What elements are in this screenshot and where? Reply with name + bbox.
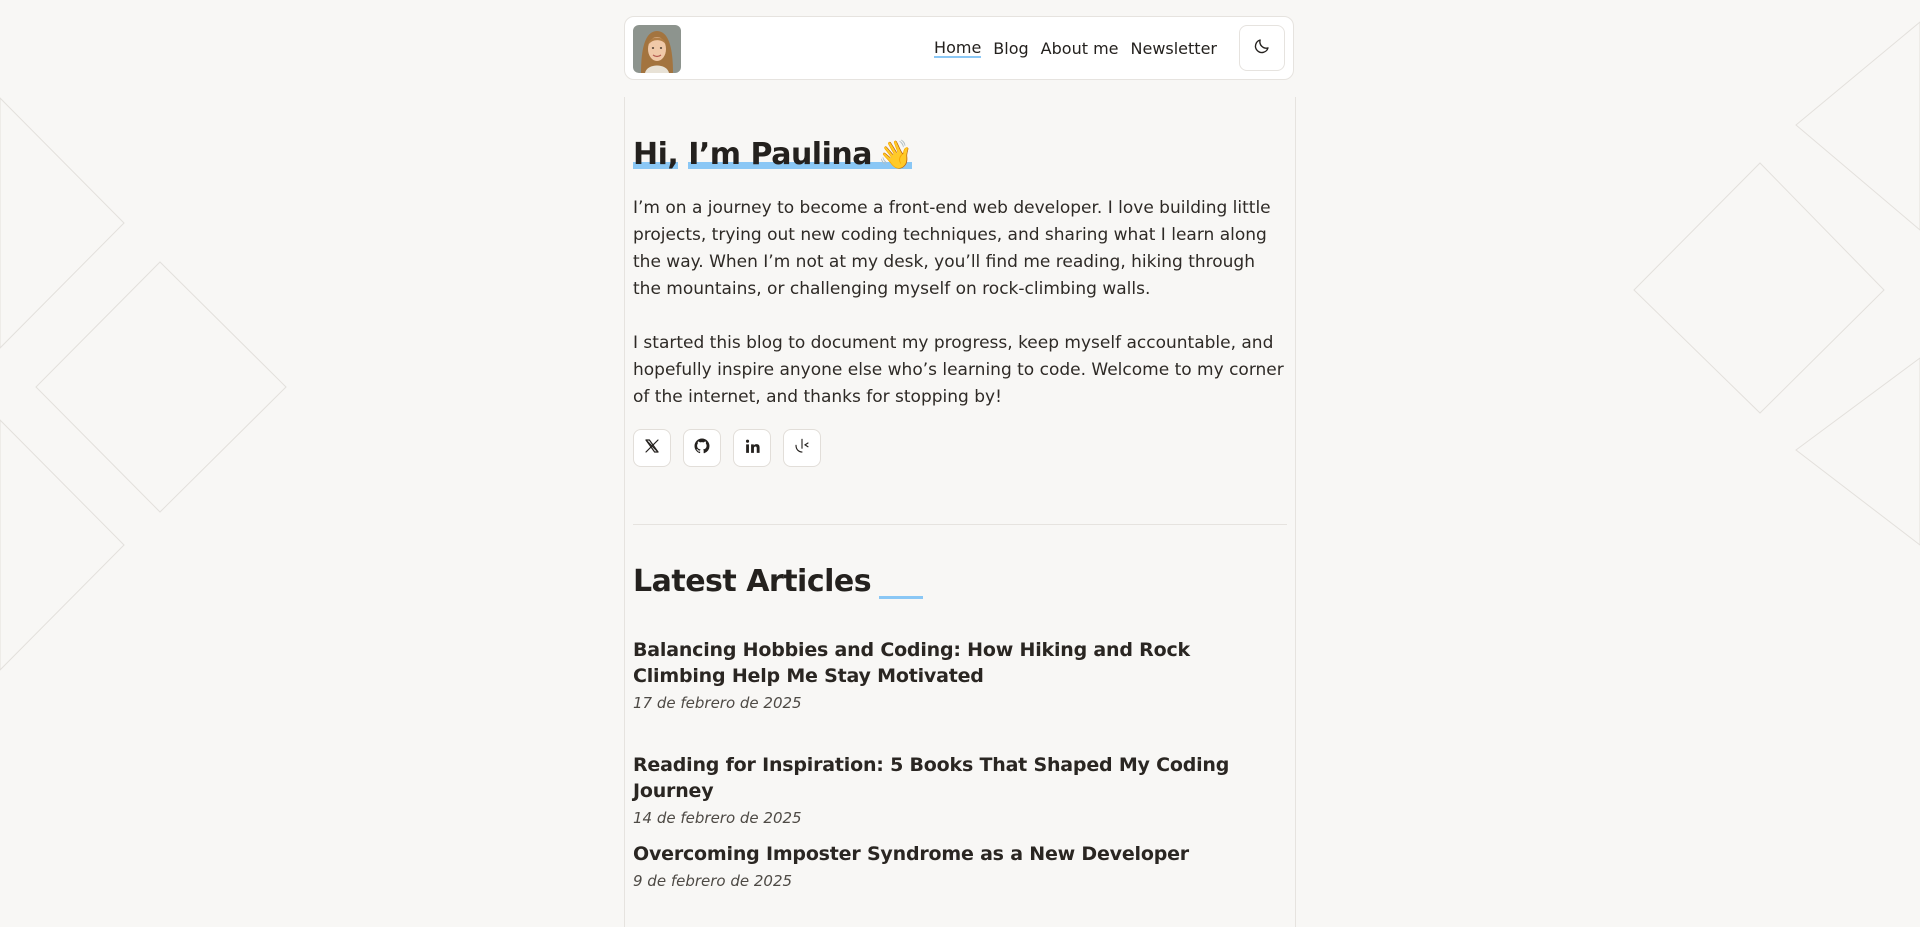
- hero-title: Hi, I’m Paulina 👋: [633, 137, 913, 172]
- article-title-link[interactable]: Reading for Inspiration: 5 Books That Sh…: [633, 752, 1287, 804]
- linkedin-icon: [744, 438, 761, 459]
- bio-paragraph-2: I started this blog to document my progr…: [633, 333, 1284, 407]
- article-item: Balancing Hobbies and Coding: How Hiking…: [633, 637, 1287, 712]
- social-button-linkedin[interactable]: [733, 429, 771, 467]
- github-icon: [693, 437, 711, 459]
- top-navbar: Home Blog About me Newsletter: [624, 16, 1294, 80]
- hero-title-name: I’m Paulina 👋: [688, 137, 913, 172]
- article-item: Overcoming Imposter Syndrome as a New De…: [633, 841, 1287, 890]
- hero-title-greeting: Hi,: [633, 137, 679, 172]
- article-date: 14 de febrero de 2025: [633, 809, 802, 827]
- moon-icon: [1253, 37, 1271, 59]
- article-title-link[interactable]: Overcoming Imposter Syndrome as a New De…: [633, 841, 1287, 867]
- waving-hand-emoji: 👋: [877, 138, 913, 171]
- latest-articles-heading-text: Latest Articles: [633, 564, 872, 599]
- article-title-link[interactable]: Balancing Hobbies and Coding: How Hiking…: [633, 637, 1287, 689]
- theme-toggle-button[interactable]: [1239, 25, 1285, 71]
- main-nav: Home Blog About me Newsletter: [934, 17, 1217, 79]
- social-button-github[interactable]: [683, 429, 721, 467]
- nav-link-blog[interactable]: Blog: [993, 39, 1028, 58]
- article-item: Reading for Inspiration: 5 Books That Sh…: [633, 752, 1287, 827]
- avatar[interactable]: [633, 25, 681, 73]
- heading-accent-underline: [879, 596, 924, 599]
- x-twitter-icon: [643, 437, 661, 459]
- nav-link-newsletter[interactable]: Newsletter: [1131, 39, 1218, 58]
- article-date: 9 de febrero de 2025: [633, 872, 793, 890]
- nav-link-home[interactable]: Home: [934, 38, 982, 58]
- section-divider: [633, 524, 1287, 525]
- social-button-x[interactable]: [633, 429, 671, 467]
- frontend-mentor-icon: [793, 437, 811, 459]
- latest-articles-heading: Latest Articles: [633, 564, 924, 599]
- article-date: 17 de febrero de 2025: [633, 694, 802, 712]
- social-links: [633, 429, 821, 467]
- hero-title-name-text: I’m Paulina: [688, 137, 872, 172]
- social-button-frontend-mentor[interactable]: [783, 429, 821, 467]
- nav-link-about-me[interactable]: About me: [1041, 39, 1119, 58]
- bio-paragraph-1: I’m on a journey to become a front-end w…: [633, 198, 1271, 299]
